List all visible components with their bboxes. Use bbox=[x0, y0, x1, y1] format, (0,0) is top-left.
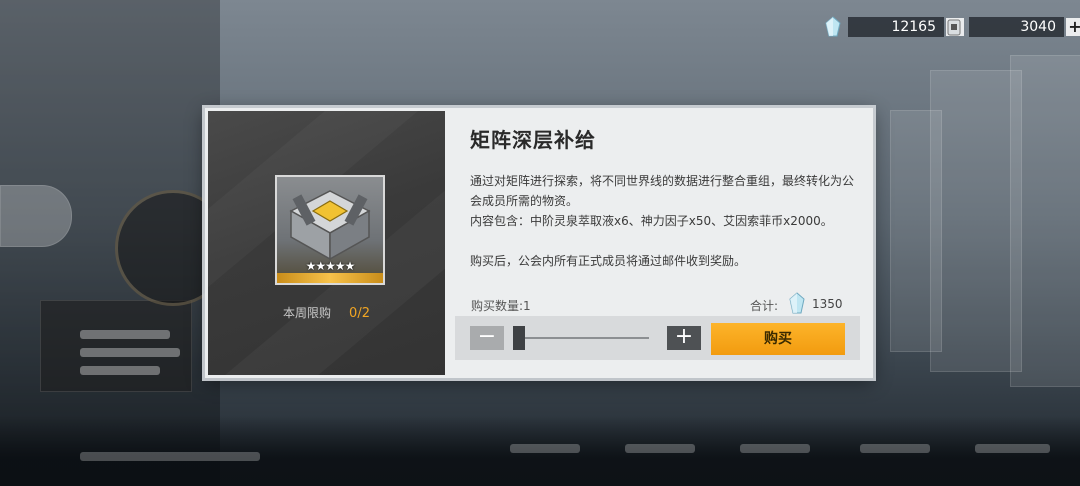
weekly-limit-label: 本周限购 bbox=[283, 306, 332, 320]
weekly-limit-value: 0/2 bbox=[349, 306, 370, 321]
add-token-button[interactable]: + bbox=[1066, 18, 1080, 36]
weekly-limit: 本周限购 0/2 bbox=[208, 304, 445, 321]
rarity-stars: ★★★★★ bbox=[305, 259, 356, 273]
supply-crate-icon bbox=[289, 190, 371, 261]
crystal-icon bbox=[789, 292, 805, 314]
token-icon bbox=[947, 19, 961, 36]
quantity-controls: − + 购买 bbox=[455, 316, 860, 360]
panel-pointer bbox=[445, 134, 455, 152]
quantity-slider[interactable] bbox=[513, 337, 649, 339]
increase-quantity-button[interactable]: + bbox=[667, 326, 701, 350]
crystal-amount: 12165 bbox=[848, 17, 944, 37]
rarity-glow bbox=[277, 273, 383, 283]
decrease-quantity-button[interactable]: − bbox=[470, 326, 504, 350]
quantity-slider-thumb[interactable] bbox=[513, 326, 525, 350]
token-amount: 3040 bbox=[969, 17, 1064, 37]
total-price: 1350 bbox=[812, 297, 843, 311]
dialog-title: 矩阵深层补给 bbox=[470, 128, 596, 152]
item-card[interactable]: ★★★★★ bbox=[275, 175, 385, 285]
item-description: 通过对矩阵进行探索，将不同世界线的数据进行整合重组，最终转化为公会成员所需的物资… bbox=[470, 174, 855, 268]
item-panel: ★★★★★ 本周限购 0/2 bbox=[208, 111, 445, 375]
purchase-dialog: ★★★★★ 本周限购 0/2 矩阵深层补给 通过对矩阵进行探索，将不同世界线的数据… bbox=[205, 108, 873, 378]
currency-token: 3040 + bbox=[943, 16, 1080, 38]
buy-button[interactable]: 购买 bbox=[711, 323, 845, 355]
total-label: 合计: bbox=[750, 299, 779, 313]
quantity-label: 购买数量:1 bbox=[471, 299, 531, 313]
crystal-icon bbox=[825, 16, 841, 37]
